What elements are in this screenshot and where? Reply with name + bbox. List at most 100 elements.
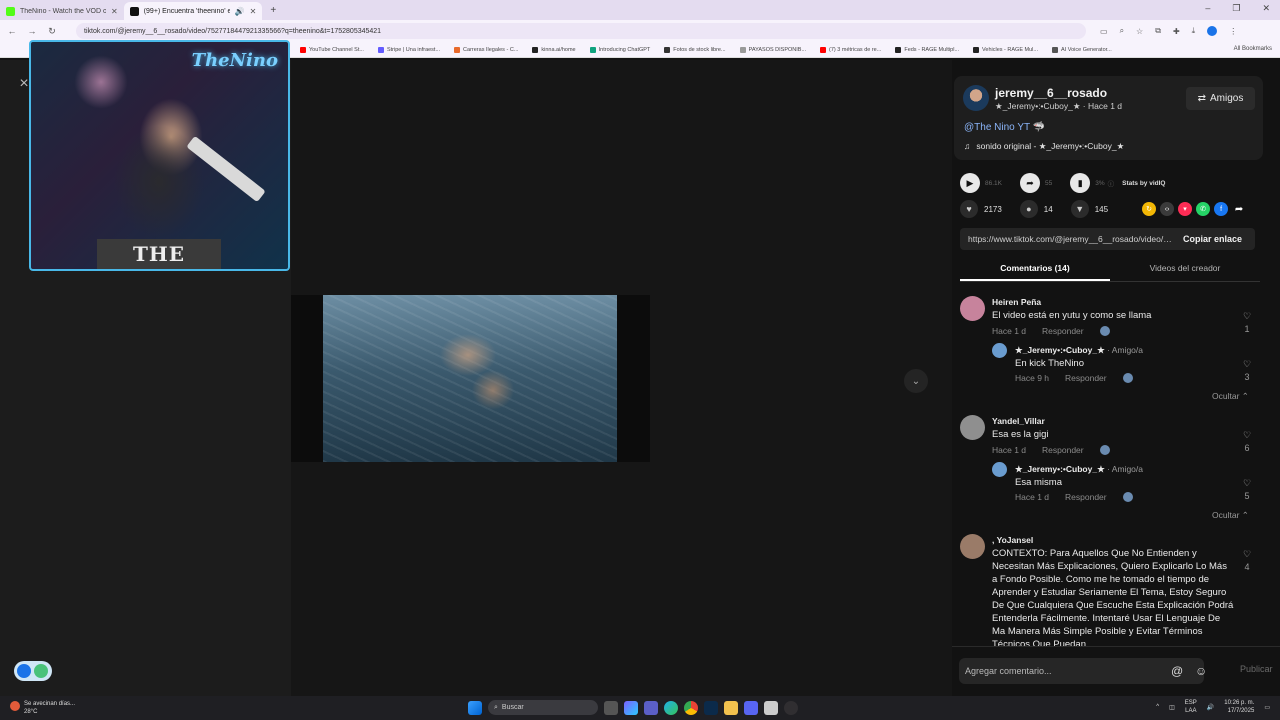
more-share-icon[interactable]: ➦ <box>1232 202 1246 216</box>
translate-icon[interactable]: ⧉ <box>1155 26 1161 36</box>
emoji-icon[interactable]: ☺ <box>1195 664 1207 678</box>
caption-mention[interactable]: @The Nino YT 🦈 <box>964 122 1045 133</box>
speaker-icon[interactable]: 🔊 <box>235 7 245 16</box>
comment-like[interactable]: ♡ 4 <box>1240 549 1254 573</box>
comment-avatar[interactable] <box>960 534 985 559</box>
comment-author[interactable]: Yandel_Villar <box>992 416 1045 426</box>
friends-button[interactable]: ⇄ Amigos <box>1186 87 1255 110</box>
menu-icon[interactable]: ⋮ <box>1229 27 1237 36</box>
file-explorer-icon[interactable] <box>724 700 738 715</box>
bookmark-item[interactable]: Stripe | Una infraest... <box>377 46 440 53</box>
facebook-icon[interactable]: f <box>1214 202 1229 216</box>
share-arrow-icon[interactable]: ➦ <box>1020 173 1040 193</box>
play-icon[interactable]: ▶ <box>960 173 980 193</box>
reply-button[interactable]: Responder <box>1065 492 1107 502</box>
bookmark-item[interactable]: Fotos de stock libre... <box>664 46 726 53</box>
floating-widget[interactable] <box>14 661 52 681</box>
bookmark-item[interactable]: PAYASOS DISPONIB... <box>739 46 806 53</box>
windows-start-icon[interactable] <box>468 700 482 715</box>
edge-icon[interactable] <box>664 700 678 715</box>
tray-chevron-icon[interactable]: ^ <box>1156 704 1159 710</box>
widget-status-icon[interactable] <box>34 664 48 678</box>
browser-tab-kick[interactable]: TheNino - Watch the VOD on Kick ✕ <box>0 2 124 20</box>
install-icon[interactable]: ▭ <box>1100 27 1108 36</box>
zoom-icon[interactable]: ⌕ <box>1120 26 1124 36</box>
chrome-icon[interactable] <box>684 700 698 715</box>
network-icon[interactable]: ◫ <box>1169 704 1175 711</box>
tab-comments[interactable]: Comentarios (14) <box>960 258 1110 281</box>
taskbar-search[interactable]: ⌕ Buscar <box>488 700 598 715</box>
back-icon[interactable]: ← <box>4 26 20 36</box>
tab-creator-videos[interactable]: Videos del creador <box>1110 258 1260 281</box>
tab-close-icon[interactable]: ✕ <box>111 7 118 16</box>
tab-close-icon[interactable]: ✕ <box>250 7 257 16</box>
sound-link[interactable]: ♫ sonido original - ★_Jeremy•:•Cuboy_★ <box>964 141 1124 152</box>
bookmark-item[interactable]: Feds - RAGE Multipl... <box>895 46 959 53</box>
embed-icon[interactable]: ‹› <box>1160 202 1175 216</box>
download-icon[interactable]: ⤓ <box>1192 26 1196 36</box>
minimize-icon[interactable]: – <box>1205 3 1210 14</box>
bookmark-item[interactable]: Vehicles - RAGE Mul... <box>973 46 1038 53</box>
heart-icon[interactable]: ♥ <box>960 200 978 218</box>
copy-link-button[interactable]: Copiar enlace <box>1183 234 1242 244</box>
whatsapp-icon[interactable]: ✆ <box>1196 202 1211 216</box>
maximize-icon[interactable]: ❐ <box>1232 3 1240 14</box>
comment-author[interactable]: , YoJansel <box>992 535 1033 545</box>
reload-icon[interactable]: ↻ <box>44 26 60 37</box>
notification-icon[interactable]: ▭ <box>1264 704 1270 711</box>
reply-author[interactable]: ★_Jeremy•:•Cuboy_★ · Amigo/a <box>1015 464 1143 475</box>
bookmark-item[interactable]: Carreras Ilegales - C... <box>454 46 518 53</box>
forward-icon[interactable]: → <box>24 26 40 36</box>
close-window-icon[interactable]: ✕ <box>1262 3 1270 14</box>
url-field[interactable]: tiktok.com/@jeremy__6__rosado/video/7527… <box>76 23 1086 39</box>
chevron-down-icon[interactable]: ⌄ <box>904 369 928 393</box>
extensions-icon[interactable]: ✚ <box>1173 27 1180 36</box>
widget-record-icon[interactable] <box>17 664 31 678</box>
creator-avatar[interactable] <box>963 85 989 111</box>
obs-icon[interactable] <box>784 700 798 715</box>
video-player[interactable] <box>291 295 650 462</box>
comment-input[interactable] <box>959 658 1204 684</box>
task-view-icon[interactable] <box>604 700 618 715</box>
bookmark-item[interactable]: AI Voice Generator... <box>1051 46 1112 53</box>
copilot-icon[interactable] <box>624 700 638 715</box>
reply-like[interactable]: ♡ 3 <box>1240 359 1254 383</box>
bookmark-item[interactable]: (7) 3 métricas de re... <box>820 46 881 53</box>
hide-replies-button[interactable]: Ocultar ⌃ <box>1212 391 1249 402</box>
comment-like[interactable]: ♡ 6 <box>1240 430 1254 454</box>
profile-icon[interactable] <box>1207 26 1218 36</box>
webcam-overlay[interactable]: TheNino THE NINO <box>29 40 290 271</box>
discord-icon[interactable] <box>744 700 758 715</box>
reply-button[interactable]: Responder <box>1065 373 1107 383</box>
weather-widget[interactable]: Se avecinan días... 28°C <box>10 700 75 716</box>
bookmark-item[interactable]: Introducing ChatGPT <box>589 46 650 53</box>
friends-share-icon[interactable]: ▾ <box>1178 202 1193 216</box>
reply-avatar[interactable] <box>992 462 1007 477</box>
bar-chart-icon[interactable]: ▮ <box>1070 173 1091 193</box>
app-icon[interactable] <box>764 700 778 715</box>
language-indicator[interactable]: ESP LAA <box>1185 699 1197 715</box>
reply-button[interactable]: Responder <box>1042 326 1084 336</box>
clock[interactable]: 10:26 p. m. 17/7/2025 <box>1224 699 1254 715</box>
photoshop-icon[interactable] <box>704 700 718 715</box>
reply-avatar[interactable] <box>992 343 1007 358</box>
comment-avatar[interactable] <box>960 296 985 321</box>
comment-author[interactable]: Heiren Peña <box>992 297 1041 307</box>
volume-icon[interactable]: 🔊 <box>1207 704 1214 711</box>
creator-name[interactable]: jeremy__6__rosado <box>995 86 1107 100</box>
repost-icon[interactable]: ↻ <box>1142 202 1157 216</box>
hide-replies-button[interactable]: Ocultar ⌃ <box>1212 510 1249 521</box>
reply-author[interactable]: ★_Jeremy•:•Cuboy_★ · Amigo/a <box>1015 345 1143 356</box>
reply-button[interactable]: Responder <box>1042 445 1084 455</box>
info-icon[interactable]: ⓘ <box>1108 178 1115 188</box>
comment-icon[interactable]: ● <box>1019 200 1038 218</box>
all-bookmarks-button[interactable]: All Bookmarks <box>1234 46 1272 52</box>
new-tab-button[interactable]: + <box>270 5 276 16</box>
comment-like[interactable]: ♡ 1 <box>1240 311 1254 335</box>
mention-at-icon[interactable]: @ <box>1171 664 1183 678</box>
reply-like[interactable]: ♡ 5 <box>1240 478 1254 502</box>
teams-icon[interactable] <box>644 700 658 715</box>
bookmark-item[interactable]: YouTube Channel St... <box>300 46 364 53</box>
star-icon[interactable]: ☆ <box>1136 27 1143 36</box>
video-link[interactable]: https://www.tiktok.com/@jeremy__6__rosad… <box>968 234 1176 244</box>
